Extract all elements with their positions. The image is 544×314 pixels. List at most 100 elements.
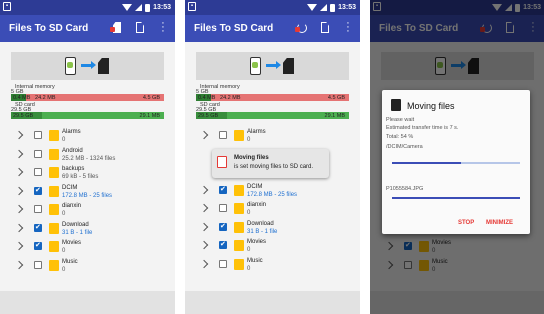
folder-checkbox[interactable] — [34, 168, 42, 176]
folder-checkbox[interactable] — [34, 186, 42, 195]
folder-icon — [234, 203, 244, 214]
move-to-sd-banner — [11, 52, 164, 80]
folder-row[interactable]: dianxin 0 — [0, 203, 175, 221]
status-bar: ▪ 13:53 — [185, 0, 360, 15]
overflow-menu-button[interactable]: ··· — [156, 17, 170, 37]
folder-row[interactable]: dianxin 0 — [185, 202, 360, 220]
folder-icon — [234, 185, 244, 196]
internal-memory-used: 0.4 MB 24.2 MB — [13, 95, 56, 101]
folder-checkbox[interactable] — [219, 204, 227, 212]
folder-name: DCIM — [62, 184, 78, 191]
sd-card-icon — [283, 58, 294, 74]
expand-chevron-icon[interactable] — [199, 240, 209, 250]
folder-icon — [49, 148, 59, 160]
status-icons: 13:53 — [122, 2, 171, 13]
wifi-icon — [122, 4, 133, 11]
folder-row[interactable]: Download31 B - 1 file — [0, 222, 175, 240]
folder-checkbox[interactable] — [34, 149, 42, 158]
folder-details: 0 — [247, 247, 251, 253]
overflow-menu-button[interactable]: ··· — [341, 18, 355, 37]
file-action-button[interactable] — [133, 21, 147, 35]
folder-details: 172.8 MB - 25 files — [247, 192, 298, 198]
minimize-button[interactable]: MINIMIZE — [486, 220, 513, 226]
folder-row[interactable]: Music0 — [185, 258, 360, 276]
toast-title: Moving files — [234, 155, 269, 161]
folder-checkbox[interactable] — [219, 222, 227, 231]
folder-checkbox[interactable] — [219, 131, 227, 139]
folder-checkbox[interactable] — [219, 260, 227, 268]
expand-chevron-icon[interactable] — [14, 149, 24, 158]
folder-checkbox[interactable] — [34, 260, 42, 269]
clock: 13:53 — [153, 4, 171, 11]
folder-icon — [49, 259, 59, 271]
expand-chevron-icon[interactable] — [199, 203, 209, 213]
folder-name: Movies — [247, 239, 267, 245]
folder-row[interactable]: Android 25.2 MB - 1324 files — [0, 148, 175, 166]
more-vert-icon: ··· — [161, 17, 165, 37]
folder-name: backups — [62, 166, 85, 172]
expand-chevron-icon[interactable] — [199, 130, 209, 140]
dialog-title: Moving files — [407, 101, 455, 111]
expand-chevron-icon[interactable] — [14, 223, 24, 232]
folder-row[interactable]: Alarms 0 — [185, 129, 360, 147]
toast-message: is set moving files to SD card. — [234, 164, 314, 170]
folder-checkbox[interactable] — [219, 185, 227, 194]
folder-name: Music — [62, 258, 78, 265]
folder-icon — [234, 240, 244, 251]
dialog-estimate-text: Estimated transfer time is 7 s. — [386, 125, 459, 131]
folder-name: dianxin — [247, 202, 267, 208]
folder-row[interactable]: backups 69 kB - 5 files — [0, 166, 175, 184]
internal-memory-bar: 0.4 MB 24.2 MB 4.5 GB — [196, 94, 349, 101]
sd-card-used: 29.5 GB — [13, 113, 34, 119]
folder-checkbox[interactable] — [34, 223, 42, 232]
folder-name: Movies — [62, 240, 82, 246]
moving-files-toast: Moving files is set moving files to SD c… — [212, 149, 329, 178]
sd-card-icon — [98, 58, 109, 74]
file-action-button[interactable] — [318, 21, 332, 35]
folder-icon — [49, 185, 59, 197]
folder-checkbox[interactable] — [34, 131, 42, 139]
folder-icon — [49, 241, 59, 252]
expand-chevron-icon[interactable] — [199, 185, 209, 195]
folder-row[interactable]: Alarms 0 — [0, 129, 175, 147]
folder-details: 31 B - 1 file — [247, 229, 278, 235]
total-progress-bar — [392, 162, 520, 164]
sd-card-action-button[interactable] — [110, 21, 124, 35]
signal-icon — [135, 4, 143, 11]
app-bar: Files To SD Card ··· — [0, 15, 175, 42]
expand-chevron-icon[interactable] — [14, 204, 24, 214]
sync-red-badge-icon — [295, 27, 300, 32]
folder-checkbox[interactable] — [34, 205, 42, 213]
folder-name: Alarms — [247, 129, 266, 135]
folder-row[interactable]: Music0 — [0, 259, 175, 277]
folder-row[interactable]: DCIM172.8 MB - 25 files — [185, 184, 360, 202]
folder-row[interactable]: Movies 0 — [185, 239, 360, 257]
folder-details: 69 kB - 5 files — [62, 174, 99, 180]
folder-row[interactable]: Movies 0 — [0, 240, 175, 258]
dialog-wait-text: Please wait — [386, 117, 415, 123]
notification-icon: ▪ — [188, 2, 196, 11]
expand-chevron-icon[interactable] — [14, 260, 24, 269]
folder-row[interactable]: Download31 B - 1 file — [185, 221, 360, 239]
folder-checkbox[interactable] — [219, 240, 227, 249]
expand-chevron-icon[interactable] — [14, 167, 24, 177]
sync-action-button[interactable] — [295, 21, 309, 35]
sd-card-bar: 29.5 GB 29.1 MB — [196, 112, 349, 119]
expand-chevron-icon[interactable] — [199, 222, 209, 232]
expand-chevron-icon[interactable] — [14, 130, 24, 140]
folder-row[interactable]: DCIM172.8 MB - 25 files — [0, 185, 175, 203]
folder-checkbox[interactable] — [34, 241, 42, 250]
file-icon — [321, 22, 329, 33]
expand-chevron-icon[interactable] — [14, 186, 24, 195]
file-progress-bar — [392, 197, 520, 199]
moving-files-icon — [391, 99, 401, 111]
stop-button[interactable]: STOP — [458, 220, 474, 226]
expand-chevron-icon[interactable] — [199, 259, 209, 269]
folder-details: 0 — [62, 211, 66, 217]
status-bar: ▪ 13:53 — [0, 0, 175, 15]
file-progress-fill — [392, 197, 520, 199]
battery-icon — [145, 3, 151, 12]
folder-name: dianxin — [62, 203, 82, 209]
bottom-bar — [185, 291, 360, 314]
expand-chevron-icon[interactable] — [14, 241, 24, 251]
